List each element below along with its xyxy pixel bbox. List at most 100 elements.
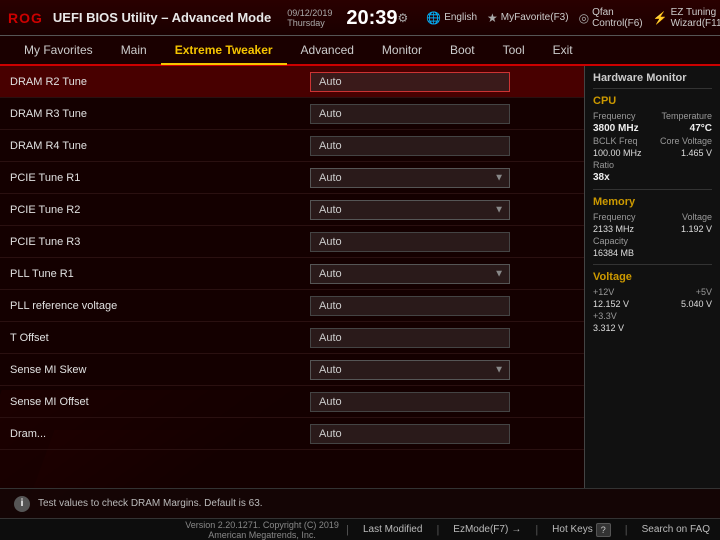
mem-freq-label: Frequency [593, 212, 636, 222]
setting-dram-r4-tune[interactable]: DRAM R4 Tune [0, 130, 584, 162]
dram-r2-tune-input[interactable] [310, 72, 510, 92]
cpu-bclk-row: BCLK Freq Core Voltage [593, 136, 712, 146]
main-content: DRAM R2 Tune DRAM R3 Tune DRAM R4 Tune P… [0, 66, 720, 488]
nav-exit[interactable]: Exit [539, 37, 587, 63]
setting-dram-extra[interactable]: Dram... [0, 418, 584, 450]
my-favorites-btn[interactable]: ★ MyFavorite(F3) [487, 11, 569, 25]
setting-pcie-tune-r3[interactable]: PCIE Tune R3 [0, 226, 584, 258]
dram-r3-tune-value [310, 104, 574, 124]
nav-boot[interactable]: Boot [436, 37, 489, 63]
ezmode-btn[interactable]: EzMode(F7) → [453, 524, 521, 535]
dram-extra-value [310, 424, 574, 444]
last-modified-btn[interactable]: Last Modified [363, 524, 422, 535]
dram-r4-tune-input[interactable] [310, 136, 510, 156]
mem-cap-label: Capacity [593, 236, 628, 246]
pcie-tune-r3-input[interactable] [310, 232, 510, 252]
cpu-ratio-val-row: 38x [593, 172, 712, 183]
ezmode-label: EzMode(F7) [453, 524, 508, 535]
memory-section-title: Memory [593, 196, 712, 208]
cpu-ratio-value: 38x [593, 172, 610, 183]
setting-pcie-tune-r2[interactable]: PCIE Tune R2 Auto ▼ [0, 194, 584, 226]
pcie-tune-r1-label: PCIE Tune R1 [10, 172, 310, 184]
cpu-freq-label: Frequency [593, 111, 636, 121]
v33-label: +3.3V [593, 311, 617, 321]
sense-mi-offset-input[interactable] [310, 392, 510, 412]
nav-extreme-tweaker[interactable]: Extreme Tweaker [161, 37, 287, 65]
v33-row: +3.3V [593, 311, 712, 321]
dram-extra-input[interactable] [310, 424, 510, 444]
sense-mi-skew-label: Sense MI Skew [10, 364, 310, 376]
search-faq-label: Search on FAQ [642, 524, 710, 535]
ez-tuning-label: EZ Tuning Wizard(F11) [671, 7, 720, 29]
setting-pcie-tune-r1[interactable]: PCIE Tune R1 Auto ▼ [0, 162, 584, 194]
fan-icon: ◎ [579, 11, 589, 25]
ez-tuning-btn[interactable]: ⚡ EZ Tuning Wizard(F11) [653, 7, 720, 29]
cpu-ratio-row: Ratio [593, 160, 712, 170]
language-selector[interactable]: 🌐 English [426, 11, 477, 25]
pcie-tune-r1-select[interactable]: Auto [310, 168, 510, 188]
sense-mi-skew-select[interactable]: Auto [310, 360, 510, 380]
date-line1: 09/12/2019 [287, 8, 332, 18]
cpu-freq-row: Frequency Temperature [593, 111, 712, 121]
qfan-control-btn[interactable]: ◎ Qfan Control(F6) [579, 7, 643, 29]
globe-icon: 🌐 [426, 11, 441, 25]
cpu-temp-label: Temperature [661, 111, 712, 121]
nav-tool[interactable]: Tool [489, 37, 539, 63]
pll-ref-voltage-label: PLL reference voltage [10, 300, 310, 312]
search-faq-btn[interactable]: Search on FAQ [642, 524, 710, 535]
sense-mi-offset-label: Sense MI Offset [10, 396, 310, 408]
nav-main[interactable]: Main [107, 37, 161, 63]
pcie-tune-r2-label: PCIE Tune R2 [10, 204, 310, 216]
dram-r2-tune-value [310, 72, 574, 92]
separator-4: | [625, 524, 628, 536]
setting-dram-r2-tune[interactable]: DRAM R2 Tune [0, 66, 584, 98]
dram-extra-label: Dram... [10, 428, 310, 440]
nav-advanced[interactable]: Advanced [287, 37, 368, 63]
setting-pll-reference-voltage[interactable]: PLL reference voltage [0, 290, 584, 322]
last-modified-label: Last Modified [363, 524, 422, 535]
rog-logo: ROG [8, 10, 43, 26]
setting-sense-mi-skew[interactable]: Sense MI Skew Auto ▼ [0, 354, 584, 386]
pll-tune-r1-select[interactable]: Auto [310, 264, 510, 284]
bios-title: UEFI BIOS Utility – Advanced Mode [53, 10, 271, 25]
mem-cap-value: 16384 MB [593, 248, 634, 258]
cpu-temp-value: 47°C [690, 123, 712, 134]
hotkeys-key: ? [596, 523, 611, 537]
qfan-label: Qfan Control(F6) [592, 7, 643, 29]
sense-mi-skew-value: Auto ▼ [310, 360, 574, 380]
nav-monitor[interactable]: Monitor [368, 37, 436, 63]
v33-val-row: 3.312 V [593, 323, 712, 333]
t-offset-input[interactable] [310, 328, 510, 348]
pcie-tune-r2-value: Auto ▼ [310, 200, 574, 220]
nav-my-favorites[interactable]: My Favorites [10, 37, 107, 63]
setting-t-offset[interactable]: T Offset [0, 322, 584, 354]
pll-ref-voltage-value [310, 296, 574, 316]
settings-panel: DRAM R2 Tune DRAM R3 Tune DRAM R4 Tune P… [0, 66, 585, 488]
hotkeys-btn[interactable]: Hot Keys ? [552, 523, 611, 537]
info-icon: i [14, 496, 30, 512]
dram-r2-tune-label: DRAM R2 Tune [10, 76, 310, 88]
pcie-tune-r3-value [310, 232, 574, 252]
mem-freq-row: Frequency Voltage [593, 212, 712, 222]
v12-value: 12.152 V [593, 299, 629, 309]
t-offset-value [310, 328, 574, 348]
cpu-core-v-label: Core Voltage [660, 136, 712, 146]
pll-ref-voltage-input[interactable] [310, 296, 510, 316]
dram-r4-tune-value [310, 136, 574, 156]
date-line2: Thursday [287, 18, 325, 28]
v5-value: 5.040 V [681, 299, 712, 309]
mem-voltage-label: Voltage [682, 212, 712, 222]
dram-r3-tune-input[interactable] [310, 104, 510, 124]
mem-cap-row: Capacity [593, 236, 712, 246]
pcie-tune-r2-select[interactable]: Auto [310, 200, 510, 220]
separator-1: | [346, 524, 349, 536]
nav-bar: My Favorites Main Extreme Tweaker Advanc… [0, 36, 720, 66]
footer-bar: Version 2.20.1271. Copyright (C) 2019 Am… [0, 518, 720, 540]
setting-dram-r3-tune[interactable]: DRAM R3 Tune [0, 98, 584, 130]
mem-freq-val-row: 2133 MHz 1.192 V [593, 224, 712, 234]
setting-pll-tune-r1[interactable]: PLL Tune R1 Auto ▼ [0, 258, 584, 290]
cpu-bclk-value: 100.00 MHz [593, 148, 642, 158]
setting-sense-mi-offset[interactable]: Sense MI Offset [0, 386, 584, 418]
mem-freq-value: 2133 MHz [593, 224, 634, 234]
time-display: 20:39 [346, 8, 397, 28]
